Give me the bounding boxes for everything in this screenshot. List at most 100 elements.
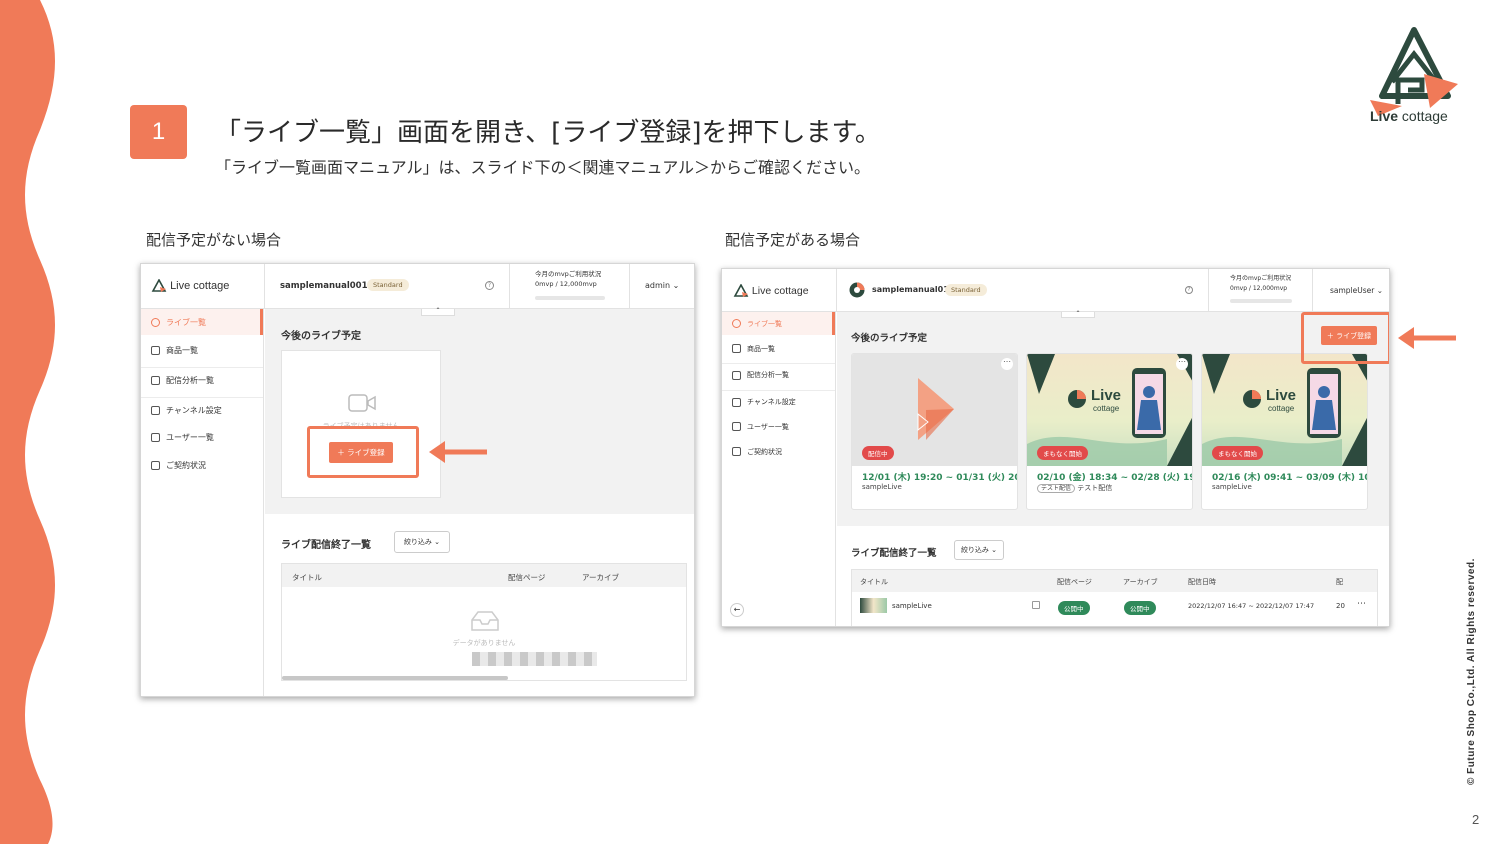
ended-table: タイトル 配信ページ アーカイブ 配信日時 配 sampleLive 公開中 公… [851,569,1378,626]
column-extra: 配 [1336,578,1343,586]
highlight-register-button [1301,312,1389,364]
card-logo-text: Live [1091,387,1122,404]
mvp-progress-bar [535,296,605,300]
sidebar-item-contract[interactable]: ご契約状況 [141,452,263,478]
card-logo-sub: cottage [1268,404,1295,413]
upcoming-title: 今後のライブ予定 [851,333,928,344]
user-name: admin [645,281,671,290]
app-header: Live cottage samplemanual01 Standard ? 今… [722,269,1389,312]
horizontal-scrollbar[interactable] [282,676,508,680]
ended-title: ライブ配信終了一覧 [281,540,371,551]
page-number: 2 [1472,812,1480,827]
sidebar-item-products[interactable]: 商品一覧 [141,337,263,363]
mvp-label: 今月のmvpご利用状況 [535,270,602,278]
sidebar-item-label: 商品一覧 [747,344,775,353]
help-icon[interactable]: ? [485,281,494,290]
card-title-row: テスト配信 テスト配信 [1037,483,1112,493]
user-menu[interactable]: admin ⌄ [645,281,679,290]
decorative-wave [0,0,55,844]
brand-name: Live cottage [1370,108,1448,124]
app-logo-icon [151,279,167,292]
column-title: タイトル [860,578,888,586]
card-title: sampleLive [862,483,902,491]
live-card[interactable]: ⋯ 配信中 12/01 (木) 19:20 ~ 01/31 (火) 20:20 … [851,353,1018,510]
sidebar-item-channel[interactable]: チャンネル設定 [141,397,263,423]
sidebar-item-label: 配信分析一覧 [166,376,214,385]
divider [1312,269,1313,312]
chart-icon [151,376,160,385]
table-header: タイトル 配信ページ アーカイブ 配信日時 配 [852,570,1377,592]
chevron-down-icon: ⌄ [672,281,680,290]
sidebar-item-label: ユーザー一覧 [747,422,789,431]
card-title: sampleLive [1212,483,1252,491]
collapse-toggle[interactable]: ⌃ [1061,311,1095,318]
user-menu[interactable]: sampleUser ⌄ [1330,286,1383,295]
status-badge: 配信中 [862,446,894,460]
sidebar-item-label: 商品一覧 [166,345,198,355]
live-card[interactable]: Live cottage ⋯ まもなく開始 02/10 (金) 18:34 ~ … [1026,353,1193,510]
sidebar: ライブ一覧 商品一覧 配信分析一覧 チャンネル設定 ユーザー一覧 ご契約状況 ← [722,312,836,626]
sidebar-item-label: ご契約状況 [166,460,206,470]
sidebar-item-products[interactable]: 商品一覧 [722,337,835,360]
mvp-value: 0mvp / 12,000mvp [1230,285,1288,292]
column-archive: アーカイブ [582,573,620,582]
plan-badge: Standard [945,284,987,296]
sidebar-item-live-list[interactable]: ライブ一覧 [141,309,263,335]
collapse-sidebar-icon[interactable]: ← [730,603,744,617]
card-logo-sub: cottage [1093,404,1120,413]
play-logo-icon [917,378,954,440]
more-options-icon[interactable]: ⋯ [1001,358,1013,370]
live-card[interactable]: Live cottage まもなく開始 02/16 (木) 09:41 ~ 03… [1201,353,1368,510]
table-header: タイトル 配信ページ アーカイブ [282,564,686,587]
chevron-down-icon: ⌄ [434,538,441,546]
app-logo[interactable]: Live cottage [151,279,229,293]
account-name: samplemanual001 [280,281,368,291]
collapse-toggle[interactable]: ⌃ [421,308,455,316]
bag-icon [151,345,160,355]
divider [509,264,510,309]
filter-dropdown[interactable]: 絞り込み ⌄ [394,531,450,553]
card-title: テスト配信 [1077,484,1113,492]
more-options-icon[interactable]: ⋯ [1357,599,1366,609]
channel-avatar-icon [849,282,865,298]
sidebar-item-contract[interactable]: ご契約状況 [722,440,835,463]
ended-table: タイトル 配信ページ アーカイブ データがありません [281,563,687,681]
row-title: sampleLive [892,602,932,610]
card-date: 02/10 (金) 18:34 ~ 02/28 (火) 19:34 [1037,473,1192,483]
highlight-register-button [307,426,419,478]
column-archive: アーカイブ [1123,578,1158,586]
sidebar-item-analytics[interactable]: 配信分析一覧 [141,367,263,393]
app-logo-icon [733,284,749,297]
test-tag: テスト配信 [1037,484,1076,493]
brand-name-text: cottage [1401,108,1448,124]
column-page: 配信ページ [1057,578,1092,586]
plan-badge: Standard [367,279,409,291]
mvp-label: 今月のmvpご利用状況 [1230,275,1292,282]
users-icon [732,422,741,431]
chevron-down-icon: ⌄ [991,546,998,554]
more-options-icon[interactable]: ⋯ [1176,358,1188,370]
table-row[interactable]: sampleLive 公開中 公開中 2022/12/07 16:47 ~ 20… [852,593,1377,619]
app-logo-text: Live cottage [751,284,809,297]
sidebar-item-live-list[interactable]: ライブ一覧 [722,312,835,335]
sidebar-item-channel[interactable]: チャンネル設定 [722,390,835,413]
live-icon [732,319,741,328]
column-page: 配信ページ [508,573,546,582]
upcoming-section: ⌃ 今後のライブ予定 ライブ予定はありません ＋ ライブ登録 [265,308,694,514]
row-extra: 20 [1336,602,1345,610]
edit-icon[interactable] [1032,601,1040,609]
account-name: samplemanual01 [872,285,949,294]
screenshot-with-schedule: Live cottage samplemanual01 Standard ? 今… [721,268,1390,627]
app-header: Live cottage samplemanual001 Standard ? … [141,264,694,309]
sidebar-item-analytics[interactable]: 配信分析一覧 [722,363,835,386]
slide-headline: 「ライブ一覧」画面を開き、[ライブ登録]を押下します。 [215,118,881,148]
sidebar: ライブ一覧 商品一覧 配信分析一覧 チャンネル設定 ユーザー一覧 ご契約状況 [141,309,264,696]
caption-with-schedule: 配信予定がある場合 [725,231,861,249]
filter-label: 絞り込み [403,538,432,546]
filter-dropdown[interactable]: 絞り込み ⌄ [954,540,1004,560]
sidebar-item-users[interactable]: ユーザー一覧 [141,424,263,450]
app-logo[interactable]: Live cottage [733,284,809,298]
help-icon[interactable]: ? [1185,286,1193,294]
caption-no-schedule: 配信予定がない場合 [146,231,282,249]
sidebar-item-users[interactable]: ユーザー一覧 [722,415,835,438]
